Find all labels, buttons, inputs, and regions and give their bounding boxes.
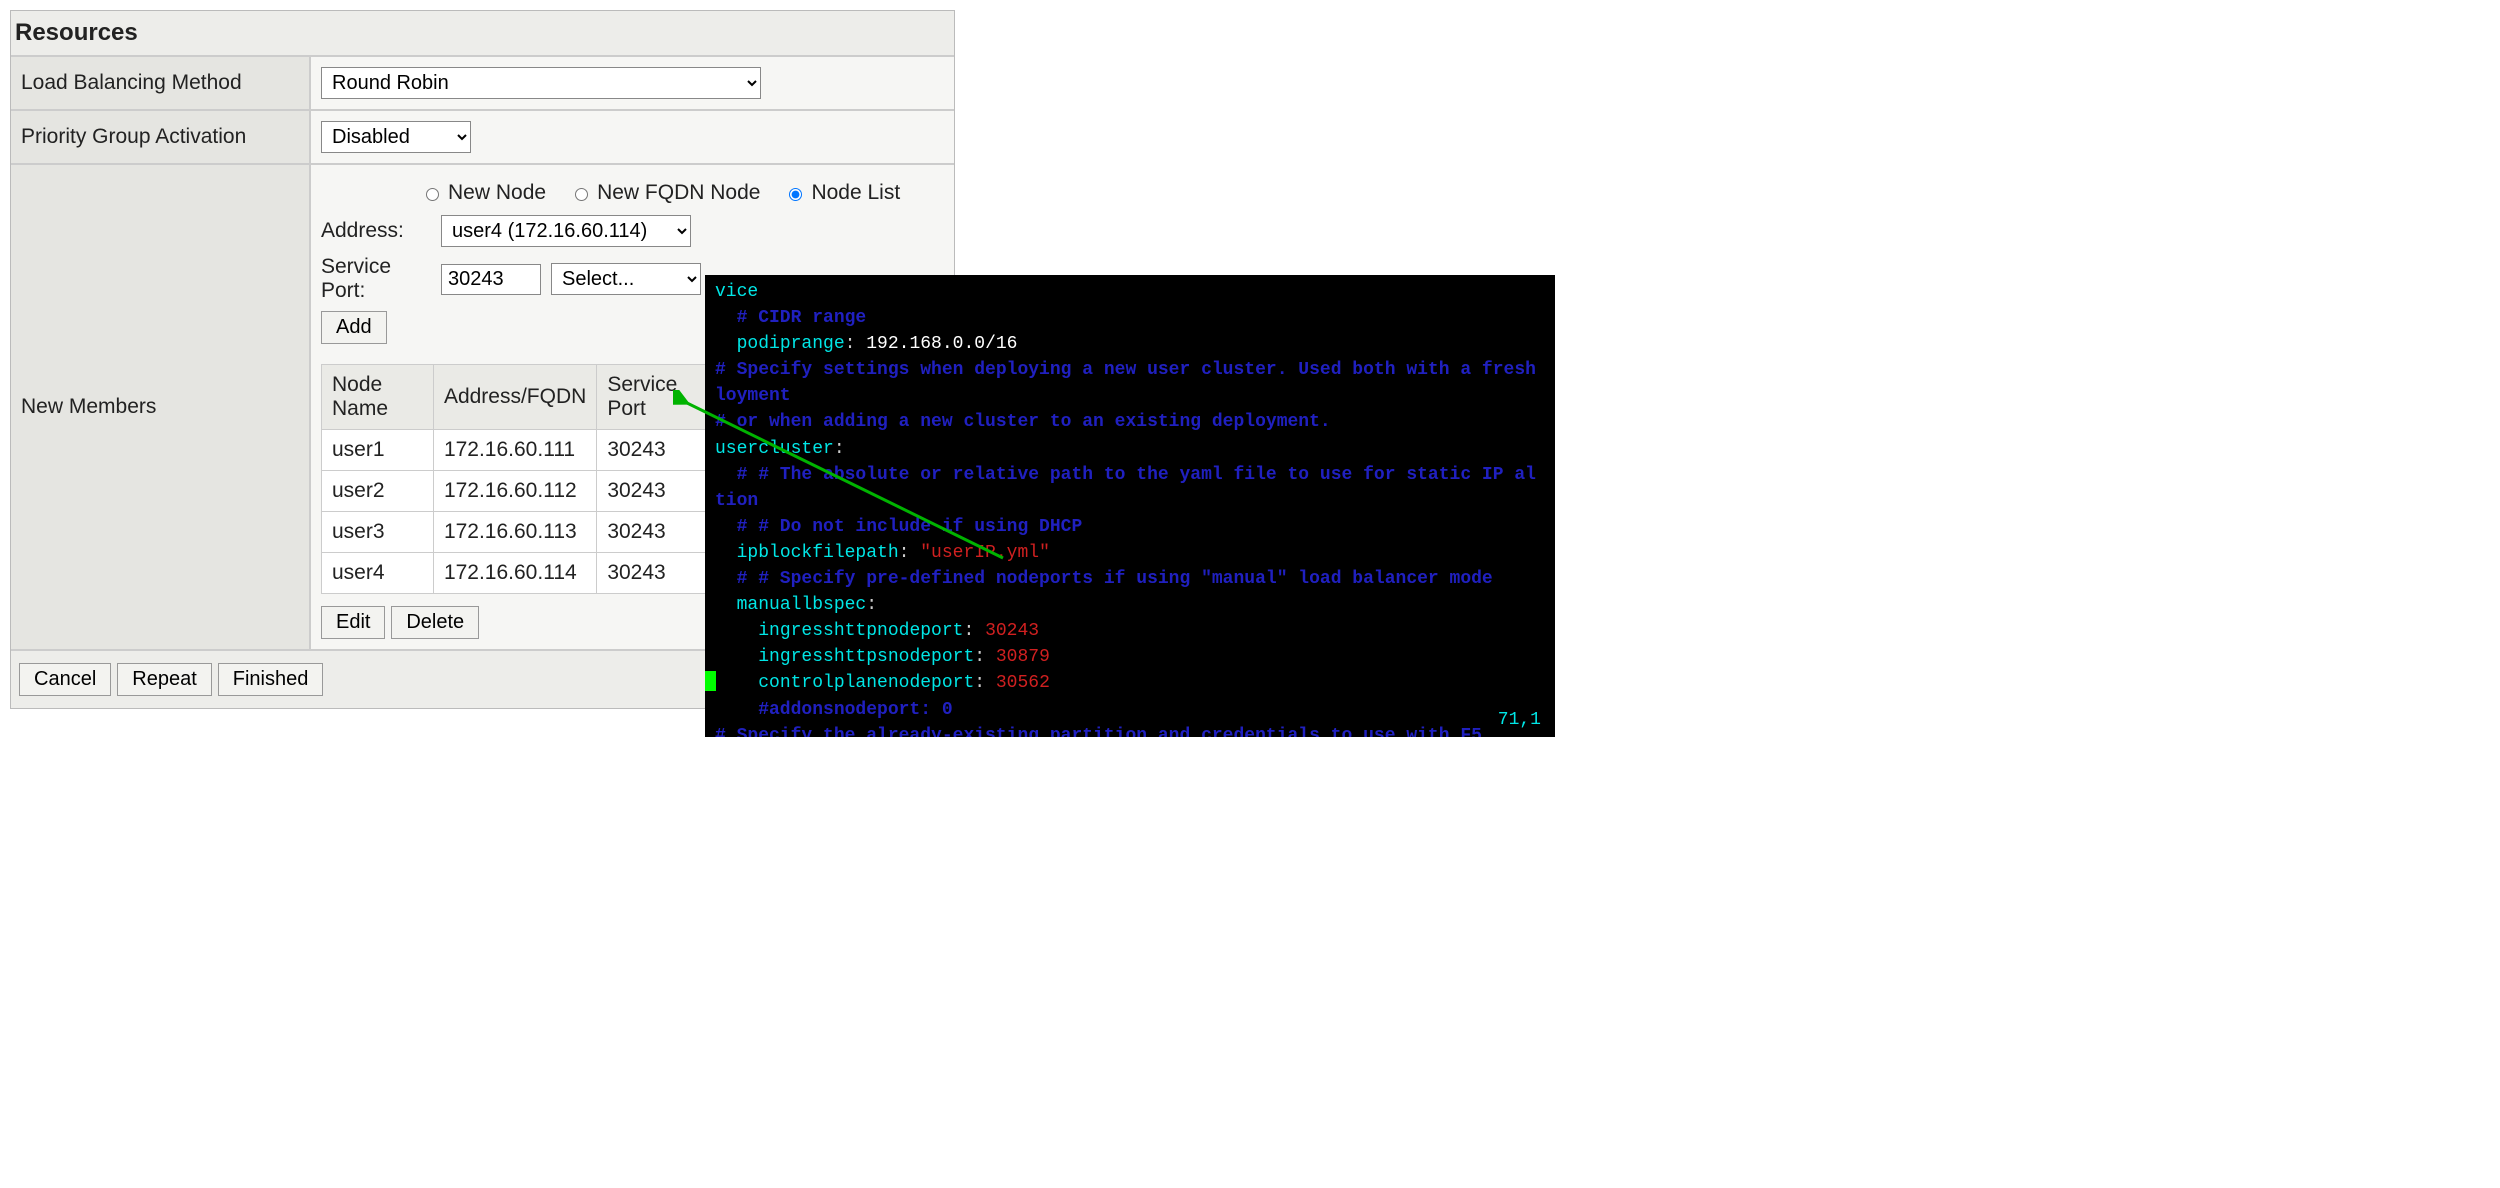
table-row[interactable]: user1172.16.60.11130243 (322, 430, 716, 471)
delete-button[interactable]: Delete (391, 606, 479, 639)
radio-node-list[interactable]: Node List (784, 181, 900, 205)
add-button[interactable]: Add (321, 311, 387, 344)
address-label: Address: (321, 219, 431, 243)
finished-button[interactable]: Finished (218, 663, 324, 696)
table-row[interactable]: user4172.16.60.11430243 (322, 553, 716, 594)
new-members-label: New Members (11, 165, 311, 649)
edit-button[interactable]: Edit (321, 606, 385, 639)
service-port-label: Service Port: (321, 255, 431, 303)
col-service-port: Service Port (597, 365, 716, 430)
terminal: vice # CIDR range podiprange: 192.168.0.… (705, 275, 1555, 737)
table-row[interactable]: user3172.16.60.11330243 (322, 512, 716, 553)
lb-method-label: Load Balancing Method (11, 57, 311, 109)
pga-label: Priority Group Activation (11, 111, 311, 163)
cancel-button[interactable]: Cancel (19, 663, 111, 696)
table-row[interactable]: user2172.16.60.11230243 (322, 471, 716, 512)
row-pga: Priority Group Activation Disabled (11, 109, 954, 163)
row-lb-method: Load Balancing Method Round Robin (11, 55, 954, 109)
members-table: Node Name Address/FQDN Service Port user… (321, 364, 716, 594)
lb-method-select[interactable]: Round Robin (321, 67, 761, 99)
service-port-input[interactable] (441, 264, 541, 295)
pga-select[interactable]: Disabled (321, 121, 471, 153)
radio-new-fqdn[interactable]: New FQDN Node (570, 181, 760, 205)
col-address: Address/FQDN (433, 365, 596, 430)
repeat-button[interactable]: Repeat (117, 663, 212, 696)
col-node-name: Node Name (322, 365, 434, 430)
service-port-select[interactable]: Select... (551, 263, 701, 295)
address-select[interactable]: user4 (172.16.60.114) (441, 215, 691, 247)
resources-title: Resources (11, 11, 954, 55)
radio-new-node[interactable]: New Node (421, 181, 546, 205)
node-type-radios: New Node New FQDN Node Node List (321, 175, 944, 211)
